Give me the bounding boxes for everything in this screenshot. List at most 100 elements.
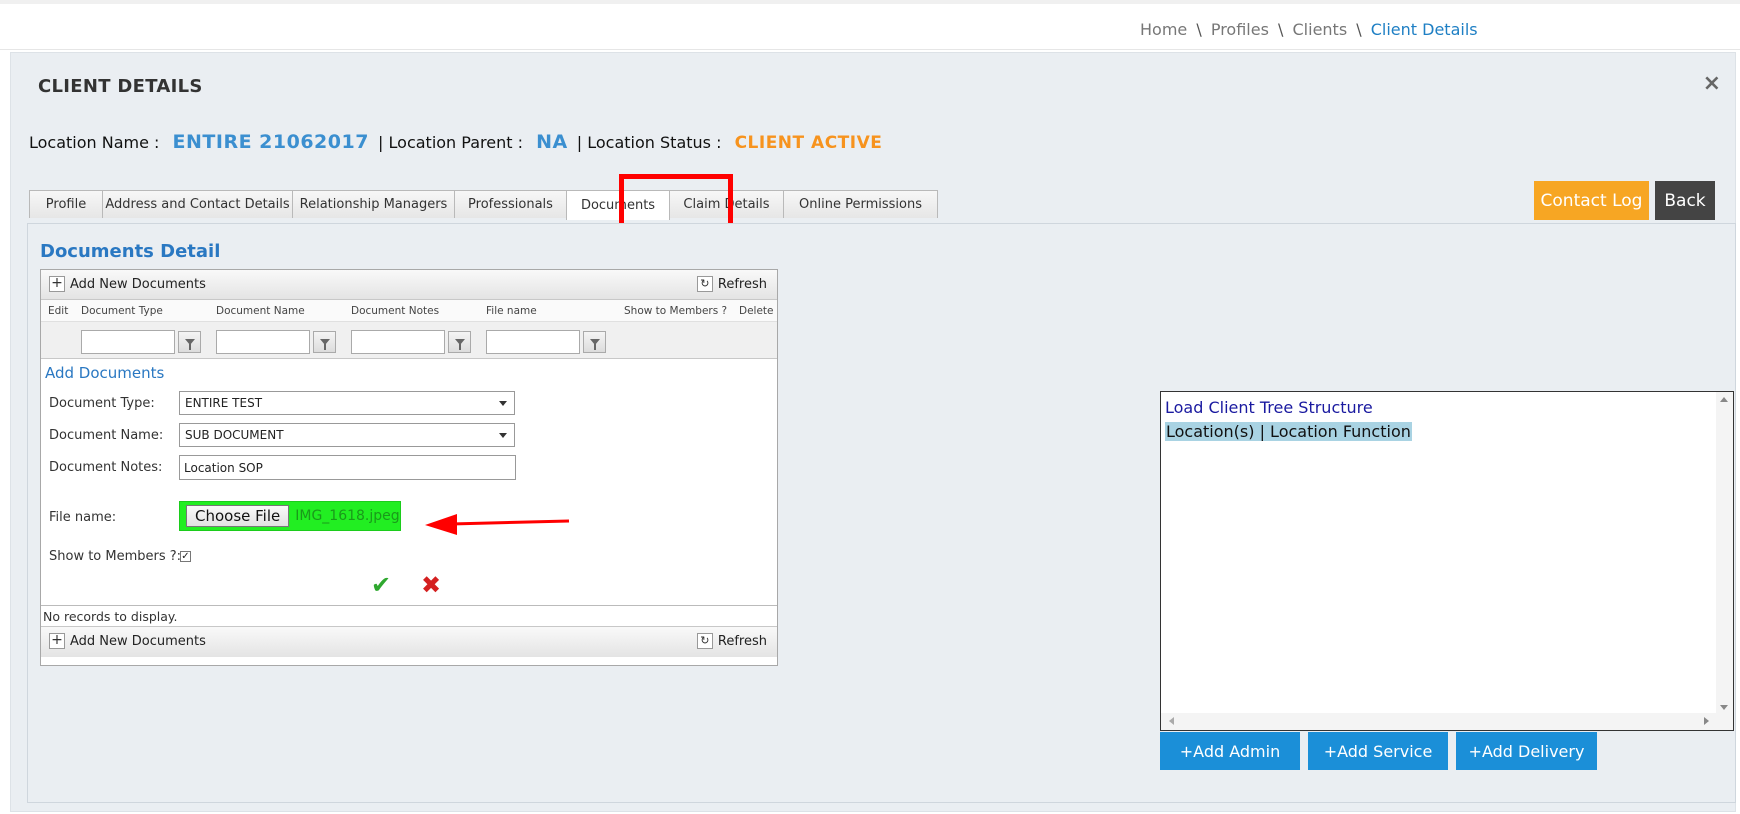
document-notes-label: Document Notes: <box>49 460 163 475</box>
plus-icon: + <box>49 633 65 649</box>
filter-row <box>41 322 777 359</box>
location-status-label: Location Status : <box>587 133 722 152</box>
add-delivery-button[interactable]: +Add Delivery <box>1456 732 1597 770</box>
form-title: Add Documents <box>45 364 165 382</box>
refresh-button[interactable]: ↻ Refresh <box>696 276 767 292</box>
tree-item-locations[interactable]: Location(s) | Location Function <box>1165 422 1412 441</box>
column-header-document-type[interactable]: Document Type <box>81 305 163 317</box>
page-title: CLIENT DETAILS <box>38 76 203 97</box>
breadcrumb-separator: \ <box>1196 20 1202 39</box>
no-records-message: No records to display. <box>41 605 777 627</box>
tab-claim-details[interactable]: Claim Details <box>669 190 784 218</box>
horizontal-scrollbar[interactable] <box>1161 713 1733 730</box>
cancel-x-icon[interactable]: ✖ <box>421 571 441 599</box>
scroll-left-icon[interactable] <box>1169 717 1174 725</box>
add-new-documents-label: Add New Documents <box>70 633 206 649</box>
documents-grid: + Add New Documents ↻ Refresh Edit Docum… <box>40 269 778 666</box>
filter-icon <box>589 339 600 350</box>
filter-document-type-button[interactable] <box>178 331 201 353</box>
breadcrumb-current: Client Details <box>1370 20 1478 39</box>
file-name-label: File name: <box>49 510 117 525</box>
add-new-documents-button[interactable]: + Add New Documents <box>49 276 206 292</box>
document-notes-input[interactable]: Location SOP <box>179 455 516 480</box>
back-button[interactable]: Back <box>1655 181 1715 220</box>
show-to-members-label: Show to Members ?: <box>49 549 182 564</box>
selected-file-name: IMG_1618.jpeg <box>295 508 400 524</box>
chevron-down-icon <box>499 401 507 406</box>
tab-profile[interactable]: Profile <box>29 190 103 218</box>
add-service-button[interactable]: +Add Service <box>1308 732 1448 770</box>
breadcrumb-home[interactable]: Home <box>1140 20 1187 39</box>
tab-address-contact[interactable]: Address and Contact Details <box>102 190 293 218</box>
document-type-value: ENTIRE TEST <box>185 396 263 410</box>
summary-separator: | <box>378 133 384 152</box>
location-status-value: CLIENT ACTIVE <box>734 133 883 153</box>
breadcrumb-profiles[interactable]: Profiles <box>1211 20 1269 39</box>
grid-header: Edit Document Type Document Name Documen… <box>41 300 777 322</box>
close-icon[interactable]: × <box>1703 71 1721 96</box>
breadcrumb-separator: \ <box>1278 20 1284 39</box>
filter-document-name-button[interactable] <box>313 331 336 353</box>
checkmark-icon[interactable]: ✔ <box>371 571 391 599</box>
breadcrumb: Home \ Profiles \ Clients \ Client Detai… <box>1140 20 1478 39</box>
top-bar: Home \ Profiles \ Clients \ Client Detai… <box>0 0 1740 50</box>
document-name-select[interactable]: SUB DOCUMENT <box>179 423 515 447</box>
refresh-label: Refresh <box>717 276 767 292</box>
tab-relationship-managers[interactable]: Relationship Managers <box>292 190 455 218</box>
column-header-show-to-members[interactable]: Show to Members ? <box>624 305 727 317</box>
location-summary: Location Name : ENTIRE 21062017 | Locati… <box>29 131 882 153</box>
refresh-icon: ↻ <box>696 633 713 649</box>
refresh-icon: ↻ <box>696 276 713 292</box>
annotation-arrow-icon <box>425 514 570 535</box>
client-tree-panel: Load Client Tree Structure Location(s) |… <box>1160 391 1734 731</box>
document-type-select[interactable]: ENTIRE TEST <box>179 391 515 415</box>
column-header-edit[interactable]: Edit <box>48 305 68 317</box>
filter-document-name-input[interactable] <box>216 330 310 354</box>
filter-icon <box>319 339 330 350</box>
column-header-delete[interactable]: Delete <box>739 305 774 317</box>
grid-footer: + Add New Documents ↻ Refresh <box>41 627 777 657</box>
filter-document-notes-button[interactable] <box>448 331 471 353</box>
tab-online-permissions[interactable]: Online Permissions <box>783 190 938 218</box>
vertical-scrollbar[interactable] <box>1716 392 1733 714</box>
plus-icon: + <box>49 276 65 292</box>
filter-icon <box>184 339 195 350</box>
location-name-value: ENTIRE 21062017 <box>172 131 369 153</box>
refresh-button-footer[interactable]: ↻ Refresh <box>696 633 767 649</box>
scroll-down-icon[interactable] <box>1720 705 1728 710</box>
location-name-label: Location Name : <box>29 133 160 152</box>
scroll-right-icon[interactable] <box>1704 717 1709 725</box>
filter-document-type-input[interactable] <box>81 330 175 354</box>
breadcrumb-separator: \ <box>1356 20 1362 39</box>
document-type-label: Document Type: <box>49 396 155 411</box>
show-to-members-checkbox[interactable]: ✓ <box>180 551 191 562</box>
column-header-document-name[interactable]: Document Name <box>216 305 305 317</box>
tab-documents[interactable]: Documents <box>566 190 670 220</box>
section-title: Documents Detail <box>40 241 221 262</box>
choose-file-button[interactable]: Choose File <box>186 505 290 527</box>
column-header-file-name[interactable]: File name <box>486 305 537 317</box>
document-name-label: Document Name: <box>49 428 164 443</box>
tree-title[interactable]: Load Client Tree Structure <box>1165 398 1373 417</box>
location-parent-value: NA <box>536 131 568 153</box>
grid-toolbar: + Add New Documents ↻ Refresh <box>41 270 777 300</box>
filter-document-notes-input[interactable] <box>351 330 445 354</box>
add-admin-button[interactable]: +Add Admin <box>1160 732 1300 770</box>
column-header-document-notes[interactable]: Document Notes <box>351 305 439 317</box>
summary-separator: | <box>576 133 583 152</box>
location-parent-label: Location Parent : <box>388 133 523 152</box>
filter-file-name-button[interactable] <box>583 331 606 353</box>
breadcrumb-clients[interactable]: Clients <box>1293 20 1348 39</box>
add-new-documents-button-footer[interactable]: + Add New Documents <box>49 633 206 649</box>
scroll-up-icon[interactable] <box>1720 397 1728 402</box>
refresh-label: Refresh <box>717 633 767 649</box>
document-name-value: SUB DOCUMENT <box>185 428 284 442</box>
chevron-down-icon <box>499 433 507 438</box>
filter-icon <box>454 339 465 350</box>
contact-log-button[interactable]: Contact Log <box>1534 181 1649 220</box>
filter-file-name-input[interactable] <box>486 330 580 354</box>
add-documents-form: Add Documents Document Type: ENTIRE TEST… <box>41 359 777 605</box>
tab-professionals[interactable]: Professionals <box>454 190 567 218</box>
file-upload-field: Choose File IMG_1618.jpeg <box>179 501 401 531</box>
add-new-documents-label: Add New Documents <box>70 276 206 292</box>
